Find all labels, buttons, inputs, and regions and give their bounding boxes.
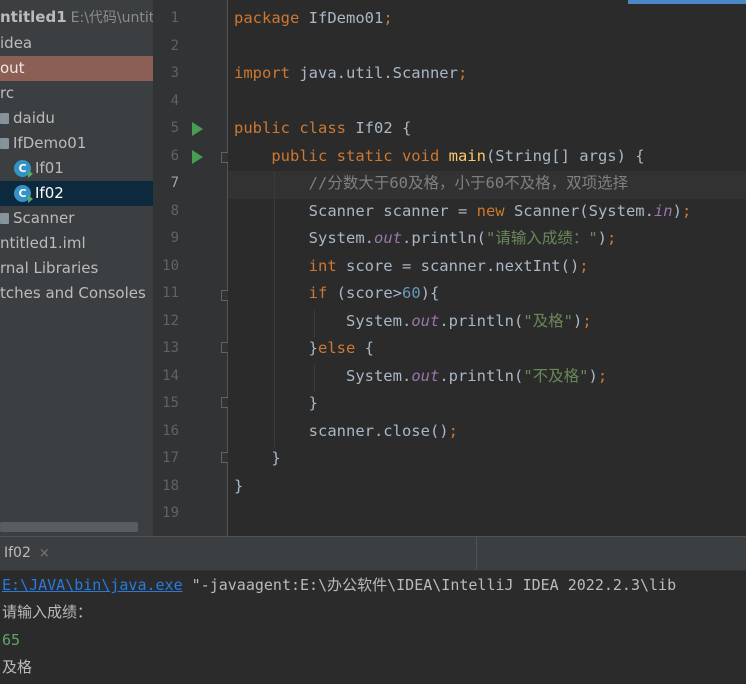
tree-item-label: out xyxy=(0,59,25,77)
line-number: 19 xyxy=(162,505,179,521)
line-number: 10 xyxy=(162,258,179,274)
package-icon xyxy=(0,213,9,224)
tree-item-label: idea xyxy=(0,34,33,52)
code-line-1: package IfDemo01; xyxy=(234,9,393,27)
tree-item-scanner[interactable]: Scanner xyxy=(0,206,153,231)
tree-item-if01[interactable]: C If01 xyxy=(0,156,153,181)
tree-item-ifdemo01[interactable]: IfDemo01 xyxy=(0,131,153,156)
code-line-18: } xyxy=(234,477,244,495)
java-class-icon: C xyxy=(14,160,33,178)
line-number: 1 xyxy=(170,10,179,26)
code-line-7: //分数大于60及格，小于60不及格，双项选择 xyxy=(308,174,629,192)
code-line-3: import java.util.Scanner; xyxy=(234,64,468,82)
code-line-5: public class If02 { xyxy=(234,119,412,137)
tree-item-idea[interactable]: idea xyxy=(0,31,153,56)
tree-item-label: tches and Consoles xyxy=(0,284,146,302)
line-number: 16 xyxy=(162,423,179,439)
line-number: 14 xyxy=(162,368,179,384)
line-number: 6 xyxy=(170,148,179,164)
package-icon xyxy=(0,113,9,124)
tree-item-external-libraries[interactable]: rnal Libraries xyxy=(0,256,153,281)
run-tab-bar: If02 × xyxy=(0,536,746,570)
editor-tab-accent xyxy=(628,0,746,4)
code-line-15: } xyxy=(234,394,318,412)
code-line-16: scanner.close(); xyxy=(234,422,458,440)
code-line-6: public static void main(String[] args) { xyxy=(271,147,645,165)
run-class-icon[interactable] xyxy=(192,122,203,136)
line-number: 5 xyxy=(170,120,179,136)
project-root-label: ntitled1 xyxy=(0,8,67,26)
tree-item-scratches[interactable]: tches and Consoles xyxy=(0,281,153,306)
line-number: 12 xyxy=(162,313,179,329)
code-line-17: } xyxy=(234,449,281,467)
code-line-9: System.out.println("请输入成绩："); xyxy=(234,229,617,247)
tree-item-src[interactable]: rc xyxy=(0,81,153,106)
tree-item-if02[interactable]: C If02 xyxy=(0,181,153,206)
tree-item-label: rc xyxy=(0,84,15,102)
tree-item-label: Scanner xyxy=(13,209,75,227)
console-result: 及格 xyxy=(2,658,33,676)
line-number: 8 xyxy=(170,203,179,219)
tree-item-label: If01 xyxy=(35,159,64,177)
tree-item-label: ntitled1.iml xyxy=(0,234,86,252)
tree-item-label: rnal Libraries xyxy=(0,259,99,277)
project-tree-panel: ntitled1E:\代码\untitled idea out rc daidu… xyxy=(0,0,153,536)
line-number: 3 xyxy=(170,65,179,81)
code-line-11: if (score>60){ xyxy=(308,284,440,302)
close-icon[interactable]: × xyxy=(39,546,50,561)
line-number: 9 xyxy=(170,230,179,246)
package-icon xyxy=(0,138,9,149)
line-number: 17 xyxy=(162,450,179,466)
console-prompt: 请输入成绩： xyxy=(2,603,93,621)
java-exe-link[interactable]: E:\JAVA\bin\java.exe xyxy=(2,576,183,594)
java-class-icon: C xyxy=(14,185,33,203)
console-command-line: E:\JAVA\bin\java.exe "-javaagent:E:\办公软件… xyxy=(2,572,676,599)
tree-item-project-root[interactable]: ntitled1E:\代码\untitled xyxy=(0,5,153,30)
code-line-14: System.out.println("不及格"); xyxy=(234,367,608,385)
tree-item-daidu[interactable]: daidu xyxy=(0,106,153,131)
code-line-13: }else { xyxy=(234,339,375,357)
code-line-10: int score = scanner.nextInt(); xyxy=(308,257,589,275)
run-tab-if02[interactable]: If02 × xyxy=(0,537,58,570)
tree-horizontal-scrollbar[interactable] xyxy=(0,522,138,532)
tree-item-out[interactable]: out xyxy=(0,56,153,81)
line-number: 15 xyxy=(162,395,179,411)
line-number: 2 xyxy=(170,38,179,54)
tree-item-label: If02 xyxy=(35,184,64,202)
line-number: 7 xyxy=(170,175,179,191)
line-number: 11 xyxy=(162,285,179,301)
tree-item-label: daidu xyxy=(13,109,55,127)
line-number: 18 xyxy=(162,478,179,494)
line-number: 4 xyxy=(170,93,179,109)
run-console[interactable]: E:\JAVA\bin\java.exe "-javaagent:E:\办公软件… xyxy=(0,570,746,684)
code-line-8: Scanner scanner = new Scanner(System.in)… xyxy=(234,202,692,220)
tree-item-iml[interactable]: ntitled1.iml xyxy=(0,231,153,256)
tab-divider xyxy=(476,537,477,570)
console-args: "-javaagent:E:\办公软件\IDEA\IntelliJ IDEA 2… xyxy=(182,576,677,594)
project-root-path: E:\代码\untitled xyxy=(70,10,153,26)
code-line-12: System.out.println("及格"); xyxy=(234,312,592,330)
run-tab-label: If02 xyxy=(4,545,31,561)
run-main-icon[interactable] xyxy=(192,150,203,164)
tree-item-label: IfDemo01 xyxy=(13,134,87,152)
line-number: 13 xyxy=(162,340,179,356)
console-user-input: 65 xyxy=(2,631,21,649)
